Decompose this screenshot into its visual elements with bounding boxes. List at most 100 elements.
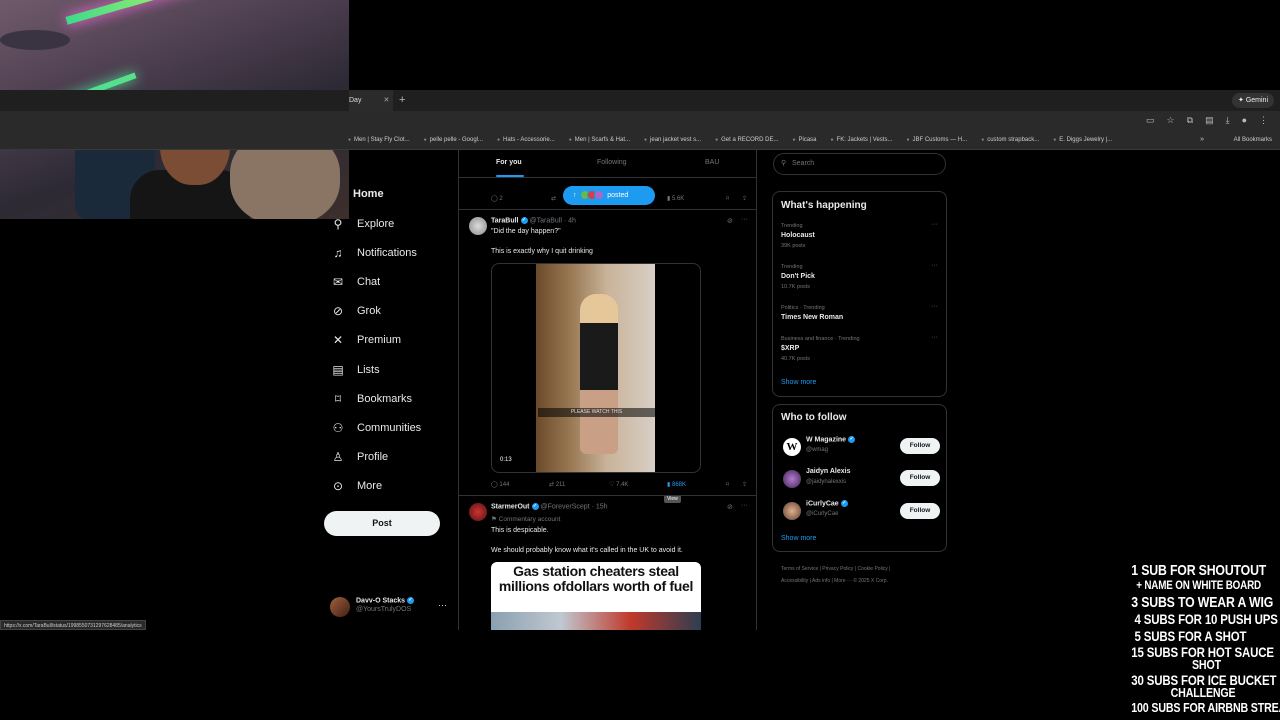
more-icon[interactable]: ··· — [741, 502, 748, 509]
sidebar-item-notifications[interactable]: ♫ Notifications — [331, 246, 417, 260]
reply-icon[interactable]: ◯ 2 — [491, 195, 503, 202]
bookmark-item[interactable]: Picasa — [792, 137, 817, 143]
trend-name[interactable]: Holocaust — [781, 232, 815, 239]
bookmark-item[interactable]: jean jacket vest s... — [644, 137, 701, 143]
grok-icon[interactable]: ⊘ — [727, 217, 733, 225]
share-icon[interactable]: ⇪ — [742, 481, 747, 488]
sidebar-item-bookmarks[interactable]: ⌑ Bookmarks — [331, 392, 412, 406]
follow-handle: @jaidynalexxis — [806, 479, 847, 485]
views-tooltip: View — [664, 495, 681, 503]
follow-name[interactable]: iCurlyCae ✓ — [806, 500, 850, 507]
bookmark-item[interactable]: Get a RECORD DE... — [715, 137, 778, 143]
bookmark-item[interactable]: Men | Stay Fly Clot... — [348, 137, 410, 143]
bookmark-item[interactable]: custom strapback... — [981, 137, 1039, 143]
tab-bau[interactable]: BAU — [705, 159, 719, 166]
follow-name[interactable]: W Magazine ✓ — [806, 436, 857, 443]
tweet-image[interactable]: Gas station cheaters steal millions ofdo… — [491, 562, 701, 630]
tab-for-you[interactable]: For you — [496, 159, 522, 166]
download-icon[interactable]: ⤓ — [1226, 115, 1230, 126]
bookmark-item[interactable]: Hats - Accessorie... — [497, 137, 555, 143]
footer-line[interactable]: Accessibility | Ads info | More ··· © 20… — [781, 575, 941, 587]
sidebar-item-label: Grok — [357, 305, 381, 317]
bookmark-item[interactable]: Men | Scarfs & Hat... — [569, 137, 630, 143]
new-posts-pill[interactable]: ↑ posted — [563, 186, 655, 205]
more-icon[interactable]: ··· — [931, 303, 938, 310]
account-switcher[interactable]: Davv-O Stacks ✓ @YoursTrulyDOS — [330, 597, 416, 617]
bookmark-item[interactable]: pelle pelle - Googl... — [424, 137, 483, 143]
show-more-link[interactable]: Show more — [781, 535, 816, 542]
show-more-link[interactable]: Show more — [781, 379, 816, 386]
trend-posts: 40.7K posts — [781, 356, 811, 362]
bookmark-item[interactable]: JBF Customs — H... — [906, 137, 968, 143]
sidebar-item-lists[interactable]: ▤ Lists — [331, 363, 379, 377]
trend-name[interactable]: Times New Roman — [781, 314, 843, 321]
repost-button[interactable]: ⇄ 211 — [549, 481, 565, 488]
more-icon[interactable]: ··· — [931, 221, 938, 228]
tweet-quote: "Did the day happen?" — [491, 228, 561, 235]
bookmark-item[interactable]: FK: Jackets | Vests... — [831, 137, 893, 143]
avatar[interactable] — [469, 503, 487, 521]
bookmark-item[interactable]: E. Diggs Jewelry |... — [1053, 137, 1112, 143]
tweet-video[interactable]: PLEASE WATCH THIS 0:13 — [491, 263, 701, 473]
avatar[interactable]: W — [783, 438, 801, 456]
repost-icon[interactable]: ⇄ — [551, 195, 556, 202]
sidebar-item-explore[interactable]: ⚲ Explore — [331, 217, 395, 231]
extensions-icon[interactable]: ⧉ — [1187, 115, 1193, 126]
sidebar-icon[interactable]: ▤ — [1205, 115, 1214, 126]
more-icon[interactable]: ··· — [931, 334, 938, 341]
tweet-author[interactable]: TaraBull ✓ @TaraBull · 4h — [491, 217, 576, 224]
gemini-button[interactable]: ✦ Gemini — [1232, 93, 1274, 108]
trend-name[interactable]: Don't Pick — [781, 273, 815, 280]
more-icon[interactable]: ··· — [741, 216, 748, 223]
sidebar-item-home[interactable]: Home — [353, 188, 384, 200]
account-more-icon[interactable]: ··· — [438, 600, 447, 610]
led-light-strip — [65, 0, 349, 25]
tab-following[interactable]: Following — [597, 159, 627, 166]
tweet-text: This is despicable. — [491, 527, 549, 534]
sidebar-item-profile[interactable]: ♙ Profile — [331, 450, 389, 464]
bookmarks-overflow-icon[interactable]: » — [1200, 136, 1204, 143]
follow-name[interactable]: Jaidyn Alexis — [806, 468, 851, 475]
grok-icon[interactable]: ⊘ — [727, 503, 733, 511]
sidebar-item-communities[interactable]: ⚇ Communities — [331, 421, 422, 435]
footer-links[interactable]: Terms of Service | Privacy Policy | Cook… — [781, 563, 941, 587]
avatar[interactable] — [469, 217, 487, 235]
close-tab-icon[interactable]: ✕ — [383, 97, 389, 104]
share-icon[interactable]: ⇪ — [742, 195, 747, 202]
bookmark-icon[interactable]: ⌑ — [726, 195, 729, 202]
tweet-text: This is exactly why I quit drinking — [491, 248, 593, 255]
avatar[interactable] — [783, 502, 801, 520]
star-icon[interactable]: ☆ — [1167, 115, 1175, 126]
reply-button[interactable]: ◯ 144 — [491, 481, 509, 488]
trend-category: Trending — [781, 223, 803, 229]
tweet-author[interactable]: StarmerOut ✓ @ForeverScept · 15h — [491, 503, 608, 510]
verified-badge-icon: ✓ — [520, 217, 528, 224]
post-button[interactable]: Post — [324, 511, 440, 536]
all-bookmarks[interactable]: All Bookmarks — [1234, 137, 1272, 143]
cast-icon[interactable]: ▭ — [1146, 115, 1155, 126]
menu-icon[interactable]: ⋮ — [1259, 115, 1268, 126]
views-button[interactable]: ▮ 868K — [667, 481, 686, 488]
more-icon[interactable]: ··· — [931, 262, 938, 269]
like-button[interactable]: ♡ 7.4K — [609, 481, 628, 488]
browser-tab[interactable]: Day ✕ — [349, 90, 393, 111]
sidebar-item-grok[interactable]: ⊘ Grok — [331, 304, 381, 318]
sidebar-item-chat[interactable]: ✉ Chat — [331, 275, 380, 289]
grok-icon: ⊘ — [332, 304, 344, 318]
new-tab-button[interactable]: + — [399, 94, 405, 106]
whats-happening-card: What's happening Trending Holocaust 39K … — [772, 191, 947, 397]
follow-button[interactable]: Follow — [900, 503, 940, 519]
bookmark-icon[interactable]: ⌑ — [726, 481, 729, 488]
views-icon[interactable]: ▮ 5.6K — [667, 195, 684, 202]
follow-button[interactable]: Follow — [900, 438, 940, 454]
search-input[interactable]: ⚲ Search — [773, 153, 946, 175]
footer-line[interactable]: Terms of Service | Privacy Policy | Cook… — [781, 563, 941, 575]
profile-icon[interactable]: ● — [1242, 115, 1247, 126]
follow-button[interactable]: Follow — [900, 470, 940, 486]
verified-badge-icon: ✓ — [848, 436, 856, 443]
avatar[interactable] — [783, 470, 801, 488]
sidebar-item-label: Communities — [357, 422, 422, 434]
trend-name[interactable]: $XRP — [781, 345, 799, 352]
sidebar-item-more[interactable]: ⊙ More — [331, 479, 382, 493]
sidebar-item-premium[interactable]: ✕ Premium — [331, 333, 401, 347]
